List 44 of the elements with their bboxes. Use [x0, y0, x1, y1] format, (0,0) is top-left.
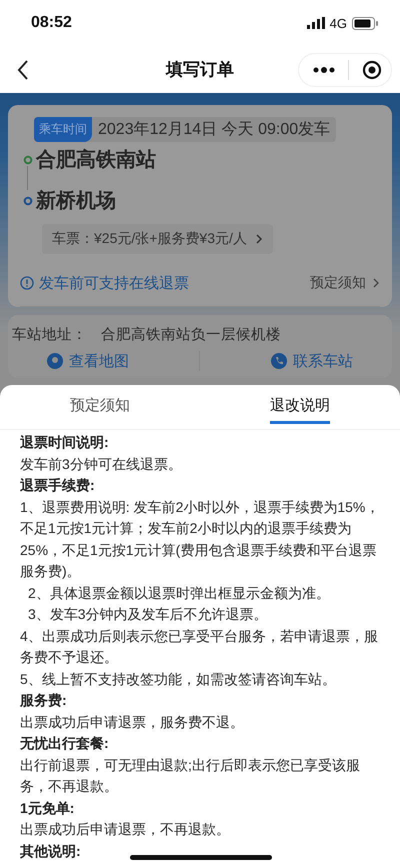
destination-dot-icon	[23, 196, 33, 206]
policy-text: 出票成功后申请退票，服务费不退。	[20, 712, 244, 732]
phone-icon	[270, 353, 287, 369]
battery-icon	[352, 16, 378, 30]
contact-station-button[interactable]: 联系车站	[270, 352, 353, 370]
policy-text: 出票成功后申请退票，不再退款。	[20, 820, 230, 839]
section-heading: 服务费:	[20, 691, 67, 710]
time-tag: 乘车时间	[34, 117, 92, 142]
back-icon[interactable]	[16, 58, 30, 80]
chevron-icon	[254, 233, 263, 245]
policy-text: 发车前3分钟可在线退票。	[20, 454, 182, 474]
chevron-icon	[372, 277, 380, 289]
section-heading: 其他说明:	[20, 842, 81, 860]
policy-text: 4、出票成功后则表示您已享受平台服务，若申请退票，服务费不予退还。	[20, 626, 379, 667]
section-heading: 无忧出行套餐:	[20, 734, 109, 753]
refund-notice: 发车前可支持在线退票	[39, 274, 189, 292]
station-name: 合肥高铁南站	[36, 148, 156, 173]
price-button[interactable]: 车票：¥25元/张+服务费¥3元/人	[42, 224, 273, 254]
section-heading: 退票手续费:	[20, 476, 95, 495]
status-time: 08:52	[31, 14, 72, 32]
policy-text: 3、发车3分钟内及发车后不允许退票。	[27, 605, 268, 624]
network-label: 4G	[330, 16, 347, 30]
policy-text: 出行前退票，可无理由退款;出行后即表示您已享受该服务，不再退款。	[20, 756, 361, 796]
policy-text: 2、具体退票金额以退票时弹出框显示金额为准。	[27, 584, 330, 602]
booking-notice-link[interactable]: 预定须知	[310, 274, 380, 292]
station-name: 新桥机场	[36, 188, 116, 214]
route-line	[27, 166, 28, 190]
section-heading: 1元免单:	[20, 798, 74, 818]
section-heading: 退票时间说明:	[20, 433, 109, 452]
station-address: 合肥高铁南站负一层候机楼	[101, 326, 281, 344]
departure-time: 2023年12月14日 今天 09:00发车	[97, 120, 332, 140]
policy-text: 5、线上暂不支持改签功能，如需改签请咨询车站。	[20, 670, 336, 688]
target-icon[interactable]	[362, 60, 382, 80]
info-icon	[20, 276, 34, 290]
view-map-button[interactable]: 查看地图	[47, 352, 130, 370]
address-label: 车站地址：	[12, 326, 87, 344]
signal-icon	[306, 17, 325, 29]
origin-dot-icon	[23, 154, 33, 164]
more-icon[interactable]	[313, 66, 335, 74]
page-title: 填写订单	[164, 59, 235, 81]
sheet-tab[interactable]: 退改说明	[200, 385, 400, 429]
sheet-tab[interactable]: 预定须知	[0, 385, 200, 429]
location-icon	[47, 353, 64, 369]
policy-text: 1、退票费用说明: 发车前2小时以外，退票手续费为15%，不足1元按1元计算；发车前2小时以内的退票手续费为25%，不足1元按1元计算(费用包含退票手续费和平台退票服务费)。	[20, 498, 380, 581]
